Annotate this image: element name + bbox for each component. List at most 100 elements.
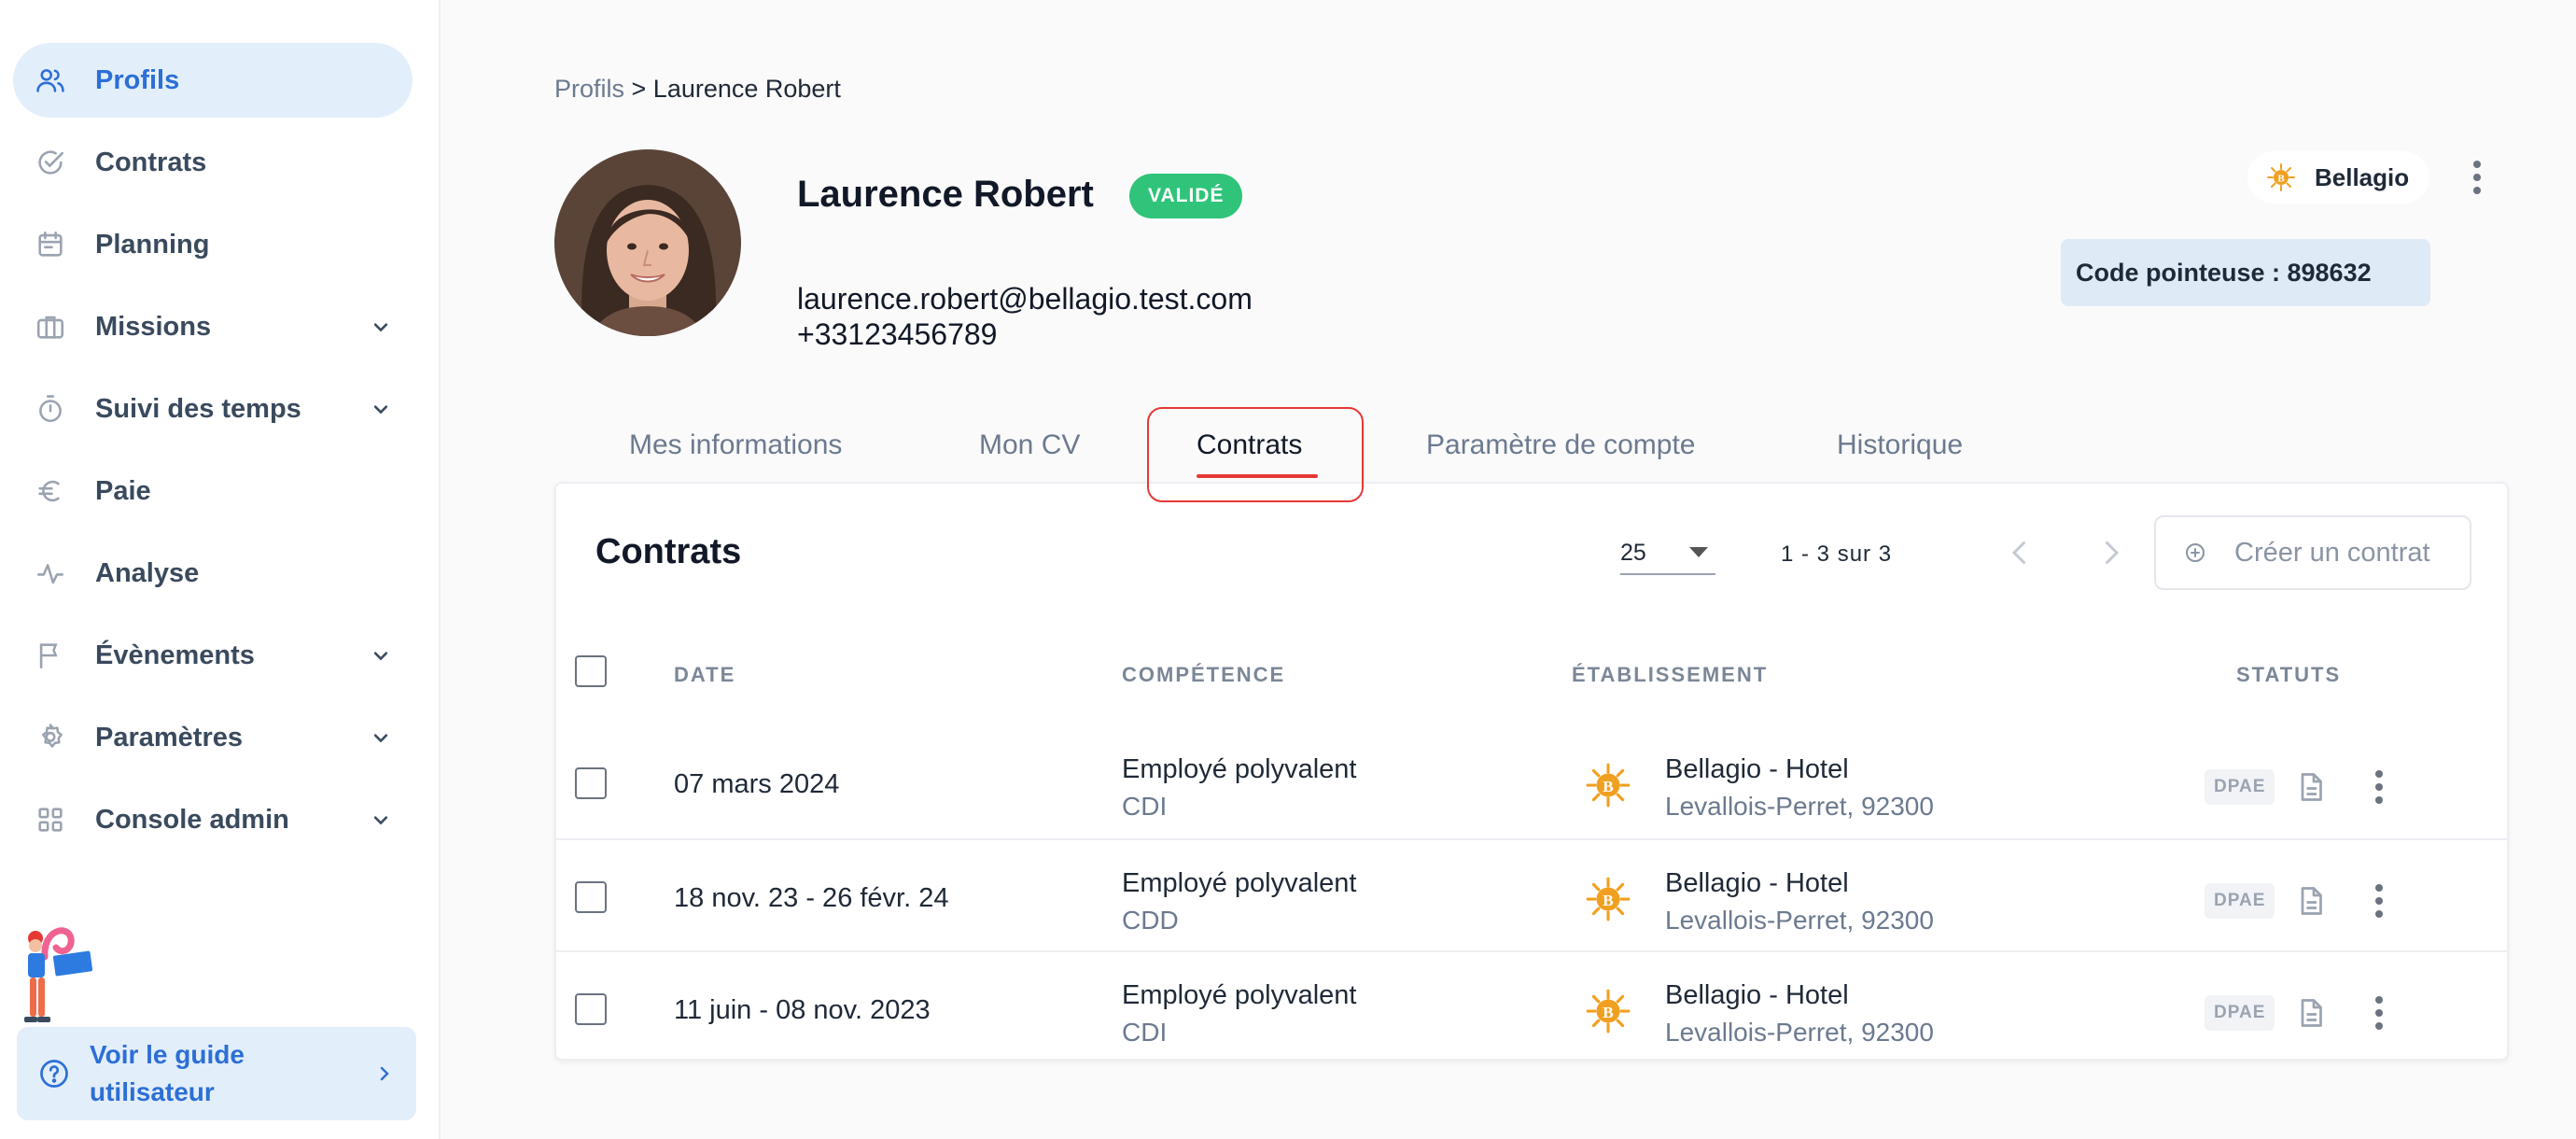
chevron-down-icon: [373, 652, 388, 661]
pagination-info: 1 - 3 sur 3: [1781, 541, 1893, 567]
establishment-name: Bellagio - Hotel: [1665, 868, 1849, 898]
contract-date: 07 mars 2024: [674, 769, 840, 799]
previous-page-button[interactable]: [2003, 536, 2037, 570]
profile-more-menu-button[interactable]: [2460, 154, 2494, 201]
contract-type: CDI: [1122, 792, 1168, 821]
more-vertical-icon: [2375, 996, 2383, 1030]
sidebar-item-evenements[interactable]: Évènements: [13, 618, 413, 693]
more-vertical-icon: [2375, 884, 2383, 918]
sidebar-item-paie[interactable]: Paie: [13, 454, 413, 528]
user-guide-button[interactable]: Voir le guide utilisateur: [17, 1027, 416, 1120]
establishment-address: Levallois-Perret, 92300: [1665, 792, 1934, 821]
sidebar-item-analyse[interactable]: Analyse: [13, 536, 413, 611]
stopwatch-icon: [34, 392, 67, 426]
help-circle-icon: [40, 1060, 68, 1088]
bellagio-logo-icon: B: [2267, 163, 2295, 191]
row-checkbox[interactable]: [575, 993, 607, 1025]
breadcrumb-separator: >: [624, 75, 653, 103]
establishment-name: Bellagio - Hotel: [1665, 980, 1849, 1010]
sidebar-item-suivi-des-temps[interactable]: Suivi des temps: [13, 372, 413, 446]
dpae-badge: DPAE: [2205, 769, 2275, 805]
code-pointeuse: Code pointeuse : 898632: [2061, 239, 2430, 306]
establishment-address: Levallois-Perret, 92300: [1665, 906, 1934, 935]
profile-email: laurence.robert@bellagio.test.com: [797, 282, 1253, 316]
next-page-button[interactable]: [2094, 536, 2128, 570]
calendar-icon: [34, 228, 67, 261]
contract-date: 11 juin - 08 nov. 2023: [674, 995, 931, 1025]
bellagio-logo-icon: B: [1586, 877, 1631, 921]
users-icon: [34, 63, 67, 97]
flag-icon: [34, 639, 67, 672]
contract-type: CDD: [1122, 906, 1179, 935]
row-more-menu-button[interactable]: [2363, 990, 2395, 1036]
sidebar-item-missions[interactable]: Missions: [13, 289, 413, 364]
select-all-checkbox[interactable]: [575, 655, 607, 687]
svg-text:B: B: [1603, 1004, 1613, 1021]
sidebar-item-profils[interactable]: Profils: [13, 43, 413, 118]
sidebar-item-label: Planning: [95, 229, 210, 260]
sidebar-nav: Profils Contrats Planning Missions Suivi…: [13, 43, 413, 865]
profile-name: Laurence Robert: [797, 174, 1094, 215]
table-row[interactable]: 07 mars 2024 Employé polyvalent CDI B Be…: [556, 726, 2507, 838]
tab-parametre-de-compte[interactable]: Paramètre de compte: [1426, 429, 1695, 461]
column-header-date[interactable]: DATE: [674, 663, 735, 687]
contract-skill: Employé polyvalent: [1122, 754, 1357, 784]
more-vertical-icon: [2375, 770, 2383, 804]
document-icon[interactable]: [2294, 769, 2328, 805]
tab-historique[interactable]: Historique: [1837, 429, 1963, 461]
bellagio-logo-icon: B: [1586, 989, 1631, 1034]
column-header-etablissement[interactable]: ÉTABLISSEMENT: [1572, 663, 1768, 687]
breadcrumb-root-link[interactable]: Profils: [554, 75, 624, 103]
sidebar-item-label: Suivi des temps: [95, 393, 301, 424]
establishment-address: Levallois-Perret, 92300: [1665, 1018, 1934, 1047]
breadcrumb: Profils > Laurence Robert: [554, 75, 841, 104]
rows-per-page-select[interactable]: 25: [1620, 532, 1715, 575]
check-circle-icon: [34, 146, 67, 179]
sidebar-item-label: Évènements: [95, 640, 255, 670]
sidebar-item-contrats[interactable]: Contrats: [13, 125, 413, 200]
row-more-menu-button[interactable]: [2363, 764, 2395, 810]
column-header-competence[interactable]: COMPÉTENCE: [1122, 663, 1285, 687]
briefcase-icon: [34, 310, 67, 344]
bellagio-logo-icon: B: [1586, 763, 1631, 808]
create-contract-button[interactable]: Créer un contrat: [2154, 515, 2471, 590]
avatar: [554, 149, 741, 336]
user-guide-label: Voir le guide utilisateur: [90, 1040, 245, 1106]
active-tab-underline: [1197, 474, 1318, 478]
sidebar-item-planning[interactable]: Planning: [13, 207, 413, 282]
status-badge: VALIDÉ: [1129, 174, 1243, 218]
document-icon[interactable]: [2294, 995, 2328, 1031]
row-checkbox[interactable]: [575, 881, 607, 913]
contract-type: CDI: [1122, 1018, 1168, 1047]
contract-skill: Employé polyvalent: [1122, 980, 1357, 1010]
table-row[interactable]: 11 juin - 08 nov. 2023 Employé polyvalen…: [556, 950, 2507, 1062]
chevron-down-icon: [373, 816, 388, 825]
contracts-card: Contrats 25 1 - 3 sur 3 Créer un contrat…: [554, 482, 2509, 1061]
sidebar-item-console-admin[interactable]: Console admin: [13, 782, 413, 857]
more-vertical-icon: [2473, 161, 2481, 194]
svg-text:B: B: [1603, 892, 1613, 909]
dpae-badge: DPAE: [2205, 883, 2275, 919]
table-row[interactable]: 18 nov. 23 - 26 févr. 24 Employé polyval…: [556, 838, 2507, 950]
sidebar-item-parametres[interactable]: Paramètres: [13, 700, 413, 775]
tab-mon-cv[interactable]: Mon CV: [979, 429, 1080, 461]
grid-icon: [34, 803, 67, 837]
sidebar-item-label: Missions: [95, 311, 212, 342]
chevron-right-icon: [380, 1066, 389, 1081]
tab-mes-informations[interactable]: Mes informations: [629, 429, 842, 461]
contracts-title: Contrats: [595, 532, 742, 571]
organization-selector[interactable]: B Bellagio: [2247, 151, 2430, 204]
breadcrumb-current: Laurence Robert: [652, 75, 841, 103]
contract-date: 18 nov. 23 - 26 févr. 24: [674, 883, 949, 913]
document-icon[interactable]: [2294, 883, 2328, 919]
sidebar-item-label: Profils: [95, 64, 180, 95]
settings-icon: [34, 721, 67, 754]
contract-skill: Employé polyvalent: [1122, 868, 1357, 898]
dpae-badge: DPAE: [2205, 995, 2275, 1031]
row-more-menu-button[interactable]: [2363, 878, 2395, 924]
establishment-name: Bellagio - Hotel: [1665, 754, 1849, 784]
row-checkbox[interactable]: [575, 767, 607, 799]
sidebar-item-label: Contrats: [95, 147, 207, 177]
chevron-down-icon: [373, 734, 388, 743]
chevron-down-icon: [373, 405, 388, 415]
